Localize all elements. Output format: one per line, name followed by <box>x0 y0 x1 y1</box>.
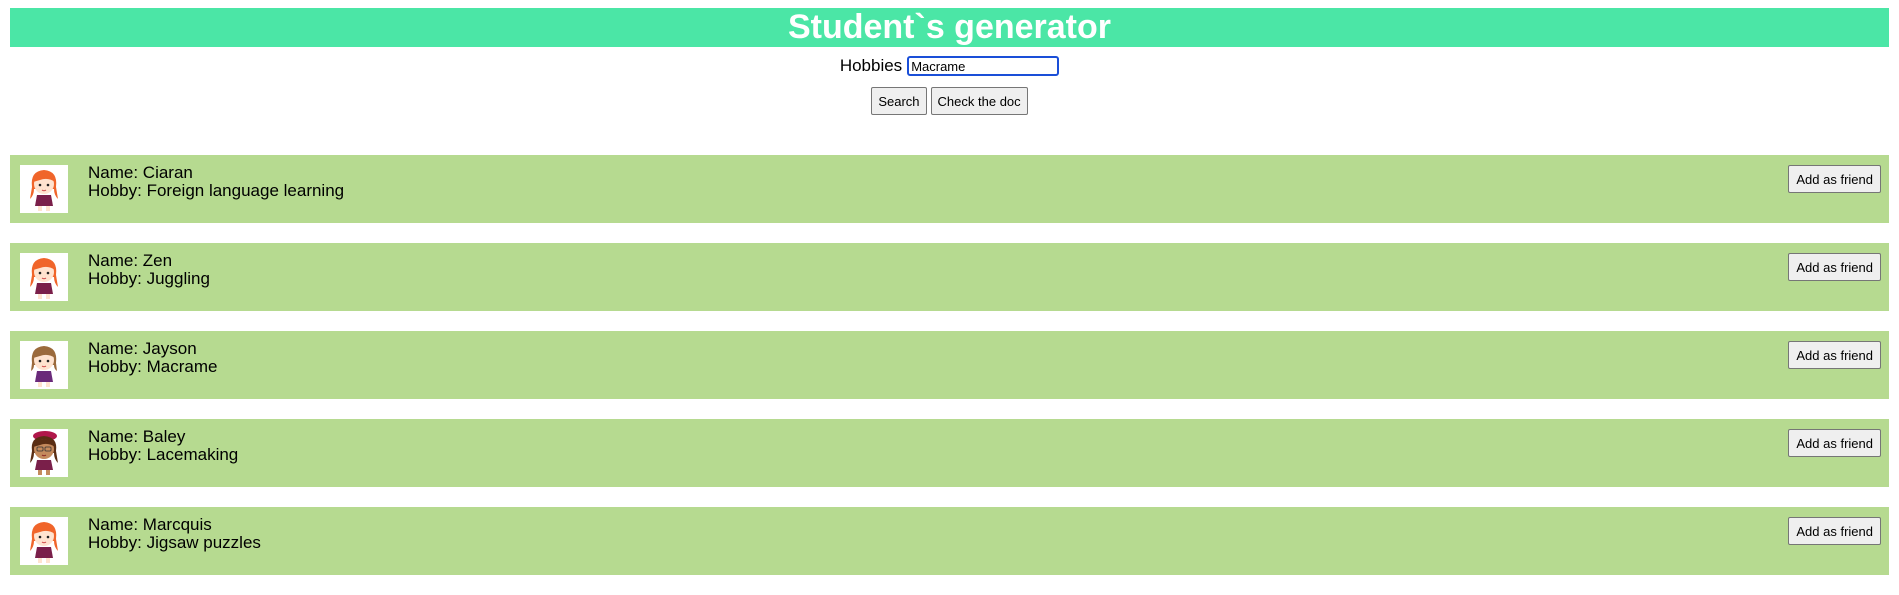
student-name: Name: Baley <box>88 427 186 446</box>
hobbies-input[interactable] <box>907 56 1060 76</box>
app-header: Student`s generator <box>10 8 1889 47</box>
avatar-icon <box>30 431 58 475</box>
student-info: Name: Ciaran Hobby: Foreign language lea… <box>88 164 344 200</box>
student-name: Name: Zen <box>88 251 173 270</box>
page-title: Student`s generator <box>787 8 1112 46</box>
student-hobby: Hobby: Macrame <box>88 357 218 376</box>
add-friend-button[interactable]: Add as friend <box>1788 165 1881 193</box>
student-card: Name: Zen Hobby: Juggling Add as friend <box>10 243 1889 311</box>
student-card: Name: Marcquis Hobby: Jigsaw puzzles Add… <box>10 507 1889 575</box>
avatar-icon <box>31 346 57 387</box>
add-friend-button[interactable]: Add as friend <box>1788 341 1881 369</box>
avatar-icon <box>30 170 58 211</box>
avatar-icon <box>30 522 58 563</box>
student-avatar <box>20 517 68 565</box>
student-card: Name: Baley Hobby: Lacemaking Add as fri… <box>10 419 1889 487</box>
add-friend-button[interactable]: Add as friend <box>1788 429 1881 457</box>
student-hobby: Hobby: Foreign language learning <box>88 181 345 200</box>
student-avatar <box>20 341 68 389</box>
add-friend-button[interactable]: Add as friend <box>1788 253 1881 281</box>
search-button[interactable]: Search <box>871 87 927 115</box>
avatar-icon <box>30 258 58 299</box>
student-info: Name: Zen Hobby: Juggling <box>88 252 210 288</box>
student-info: Name: Baley Hobby: Lacemaking <box>88 428 238 464</box>
student-card: Name: Jayson Hobby: Macrame Add as frien… <box>10 331 1889 399</box>
action-buttons: Search Check the doc <box>0 87 1899 115</box>
hobbies-label: Hobbies <box>839 56 903 75</box>
add-friend-button[interactable]: Add as friend <box>1788 517 1881 545</box>
student-card: Name: Ciaran Hobby: Foreign language lea… <box>10 155 1889 223</box>
check-doc-button[interactable]: Check the doc <box>930 87 1028 115</box>
student-avatar <box>20 253 68 301</box>
student-name: Name: Ciaran <box>88 163 193 182</box>
student-hobby: Hobby: Jigsaw puzzles <box>88 533 261 552</box>
student-avatar <box>20 165 68 213</box>
student-avatar <box>20 429 68 477</box>
student-info: Name: Jayson Hobby: Macrame <box>88 340 217 376</box>
student-list: Name: Ciaran Hobby: Foreign language lea… <box>10 155 1889 595</box>
student-info: Name: Marcquis Hobby: Jigsaw puzzles <box>88 516 261 552</box>
student-hobby: Hobby: Juggling <box>88 269 210 288</box>
student-name: Name: Marcquis <box>88 515 212 534</box>
student-hobby: Hobby: Lacemaking <box>88 445 239 464</box>
search-row: Hobbies <box>0 55 1899 77</box>
student-name: Name: Jayson <box>88 339 197 358</box>
